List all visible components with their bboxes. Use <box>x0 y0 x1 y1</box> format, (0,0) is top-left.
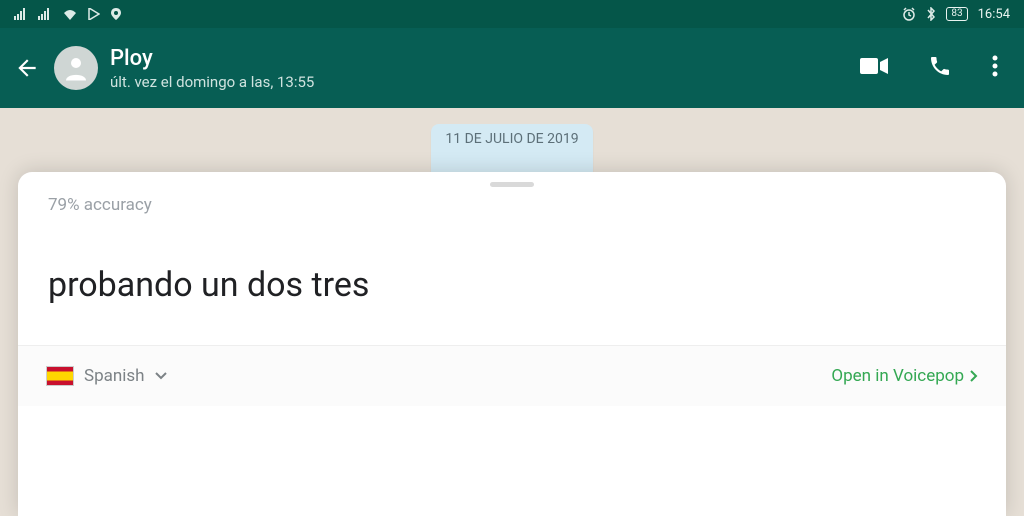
play-store-icon <box>88 8 100 20</box>
status-bar: 83 16:54 <box>0 0 1024 28</box>
status-left <box>14 8 122 20</box>
clock: 16:54 <box>978 7 1010 22</box>
phone-icon <box>928 54 952 78</box>
sheet-footer: Spanish Open in Voicepop <box>18 345 1006 406</box>
open-in-label: Open in Voicepop <box>831 366 964 386</box>
arrow-left-icon <box>14 55 40 81</box>
more-button[interactable] <box>992 55 998 81</box>
status-right: 83 16:54 <box>902 7 1010 22</box>
transcript-text: probando un dos tres <box>18 215 1006 345</box>
language-selector[interactable]: Spanish <box>46 366 167 386</box>
voice-call-button[interactable] <box>928 54 952 82</box>
language-label: Spanish <box>84 366 145 386</box>
last-seen: últ. vez el domingo a las, 13:55 <box>110 73 860 91</box>
signal-icon <box>38 8 52 20</box>
location-icon <box>110 8 122 20</box>
header-actions <box>860 54 1012 82</box>
signal-icon <box>14 8 28 20</box>
wifi-icon <box>62 8 78 20</box>
back-button[interactable] <box>12 55 42 81</box>
alarm-icon <box>902 7 916 21</box>
chevron-down-icon <box>155 372 167 380</box>
avatar[interactable] <box>54 46 98 90</box>
sheet-handle[interactable] <box>490 182 534 187</box>
contact-name: Ploy <box>110 46 860 71</box>
chevron-right-icon <box>970 370 978 382</box>
bluetooth-icon <box>926 7 936 21</box>
more-vert-icon <box>992 55 998 77</box>
person-icon <box>61 53 91 83</box>
battery-indicator: 83 <box>946 7 967 21</box>
transcription-sheet: 79% accuracy probando un dos tres Spanis… <box>18 172 1006 516</box>
video-call-button[interactable] <box>860 56 888 80</box>
chat-header: Ploy últ. vez el domingo a las, 13:55 <box>0 28 1024 108</box>
open-in-voicepop-button[interactable]: Open in Voicepop <box>831 366 978 386</box>
flag-spain-icon <box>46 366 74 386</box>
accuracy-label: 79% accuracy <box>18 191 1006 215</box>
video-icon <box>860 56 888 76</box>
chat-title-area[interactable]: Ploy últ. vez el domingo a las, 13:55 <box>110 46 860 91</box>
